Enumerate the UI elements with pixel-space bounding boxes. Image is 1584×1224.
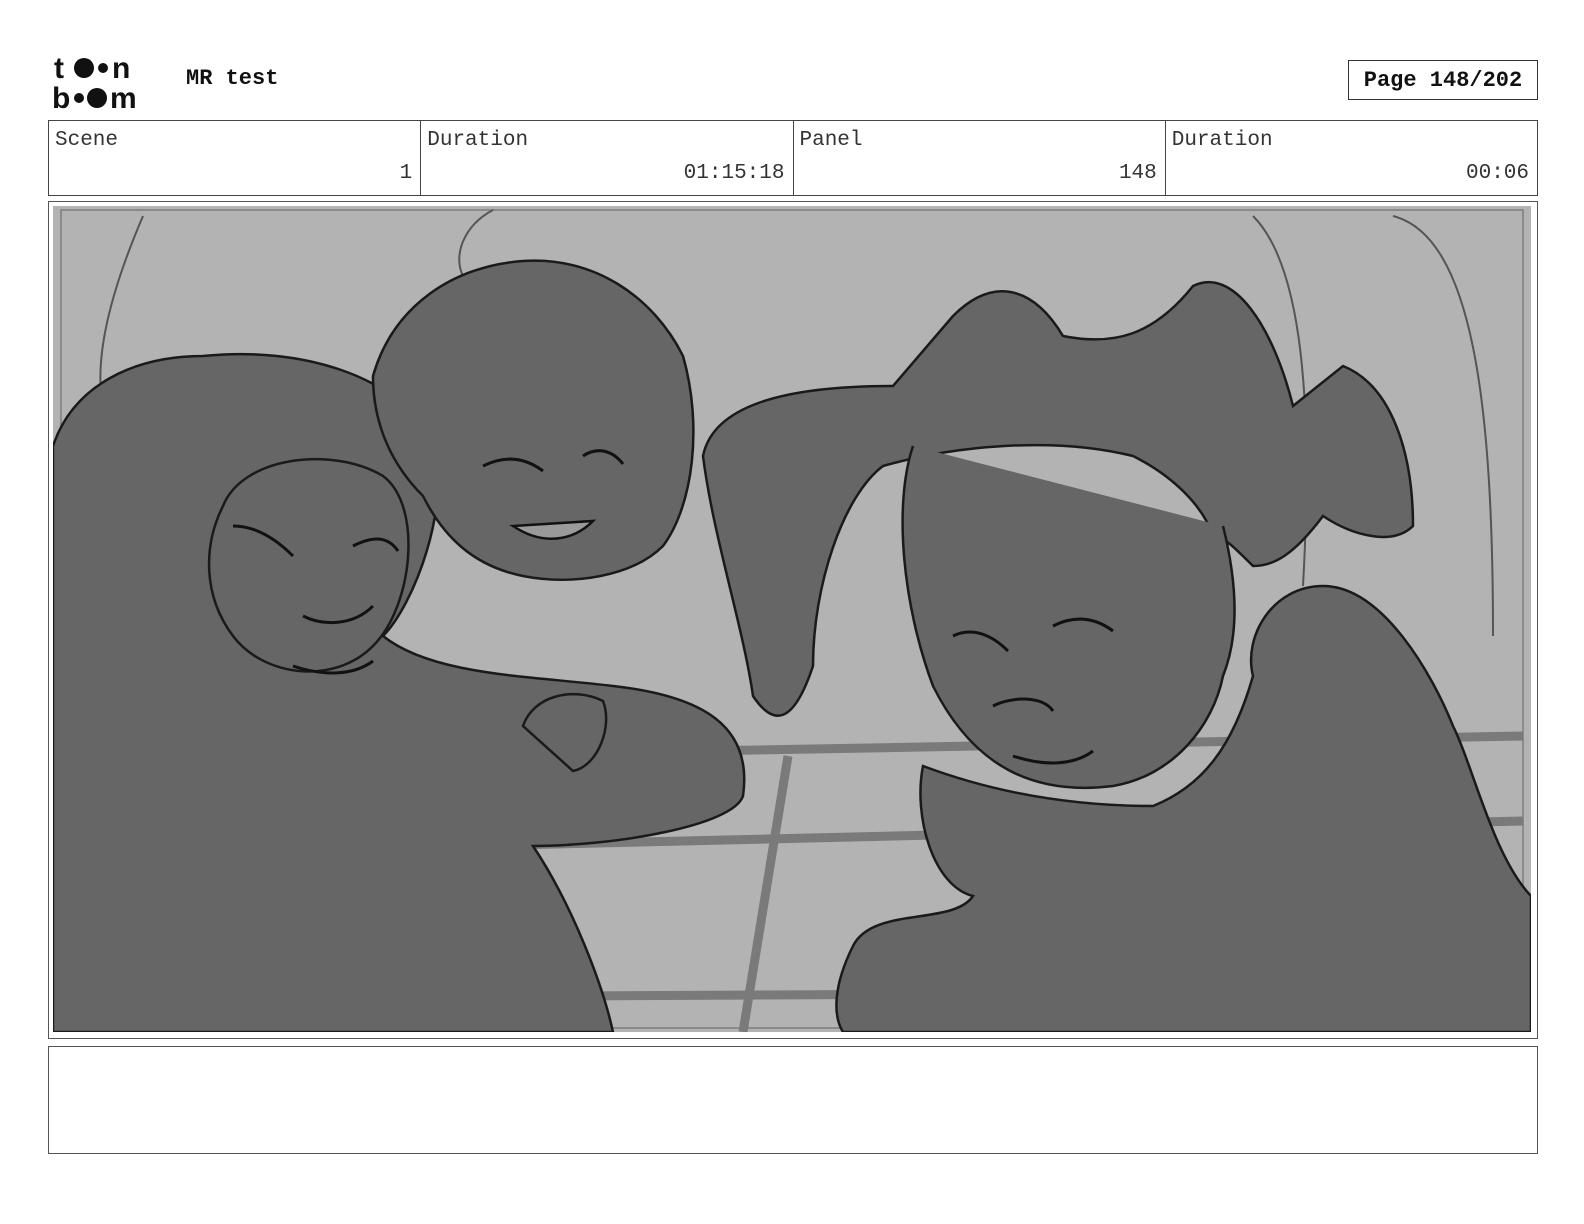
- panel-duration-label: Duration: [1171, 129, 1273, 152]
- storyboard-panel-frame: [48, 201, 1538, 1039]
- panel-duration-value: 00:06: [1465, 162, 1529, 185]
- svg-text:n: n: [112, 52, 130, 85]
- scene-duration-label: Duration: [427, 129, 529, 152]
- scene-label: Scene: [55, 129, 119, 152]
- toonboom-logo: t n b m: [52, 50, 164, 112]
- panel-info-table: Scene 1 Duration 01:15:18 Panel 148 Dura…: [48, 120, 1538, 196]
- svg-text:m: m: [110, 82, 137, 112]
- panel-duration-cell: Duration 00:06: [1166, 121, 1537, 195]
- panel-label: Panel: [799, 129, 863, 152]
- project-title: MR test: [186, 66, 279, 91]
- scene-duration-cell: Duration 01:15:18: [421, 121, 794, 195]
- scene-cell: Scene 1: [49, 121, 422, 195]
- panel-cell: Panel 148: [794, 121, 1166, 195]
- panel-notes-box: [48, 1046, 1538, 1154]
- toonboom-logo-icon: t n b m: [52, 52, 137, 112]
- svg-text:t: t: [54, 52, 64, 85]
- svg-text:b: b: [52, 82, 70, 112]
- storyboard-panel-image: [53, 206, 1531, 1032]
- scene-duration-value: 01:15:18: [683, 162, 785, 185]
- page-indicator: Page 148/202: [1348, 60, 1538, 100]
- scene-value: 1: [399, 162, 413, 185]
- storyboard-sketch-icon: [53, 206, 1531, 1032]
- panel-value: 148: [1118, 162, 1157, 185]
